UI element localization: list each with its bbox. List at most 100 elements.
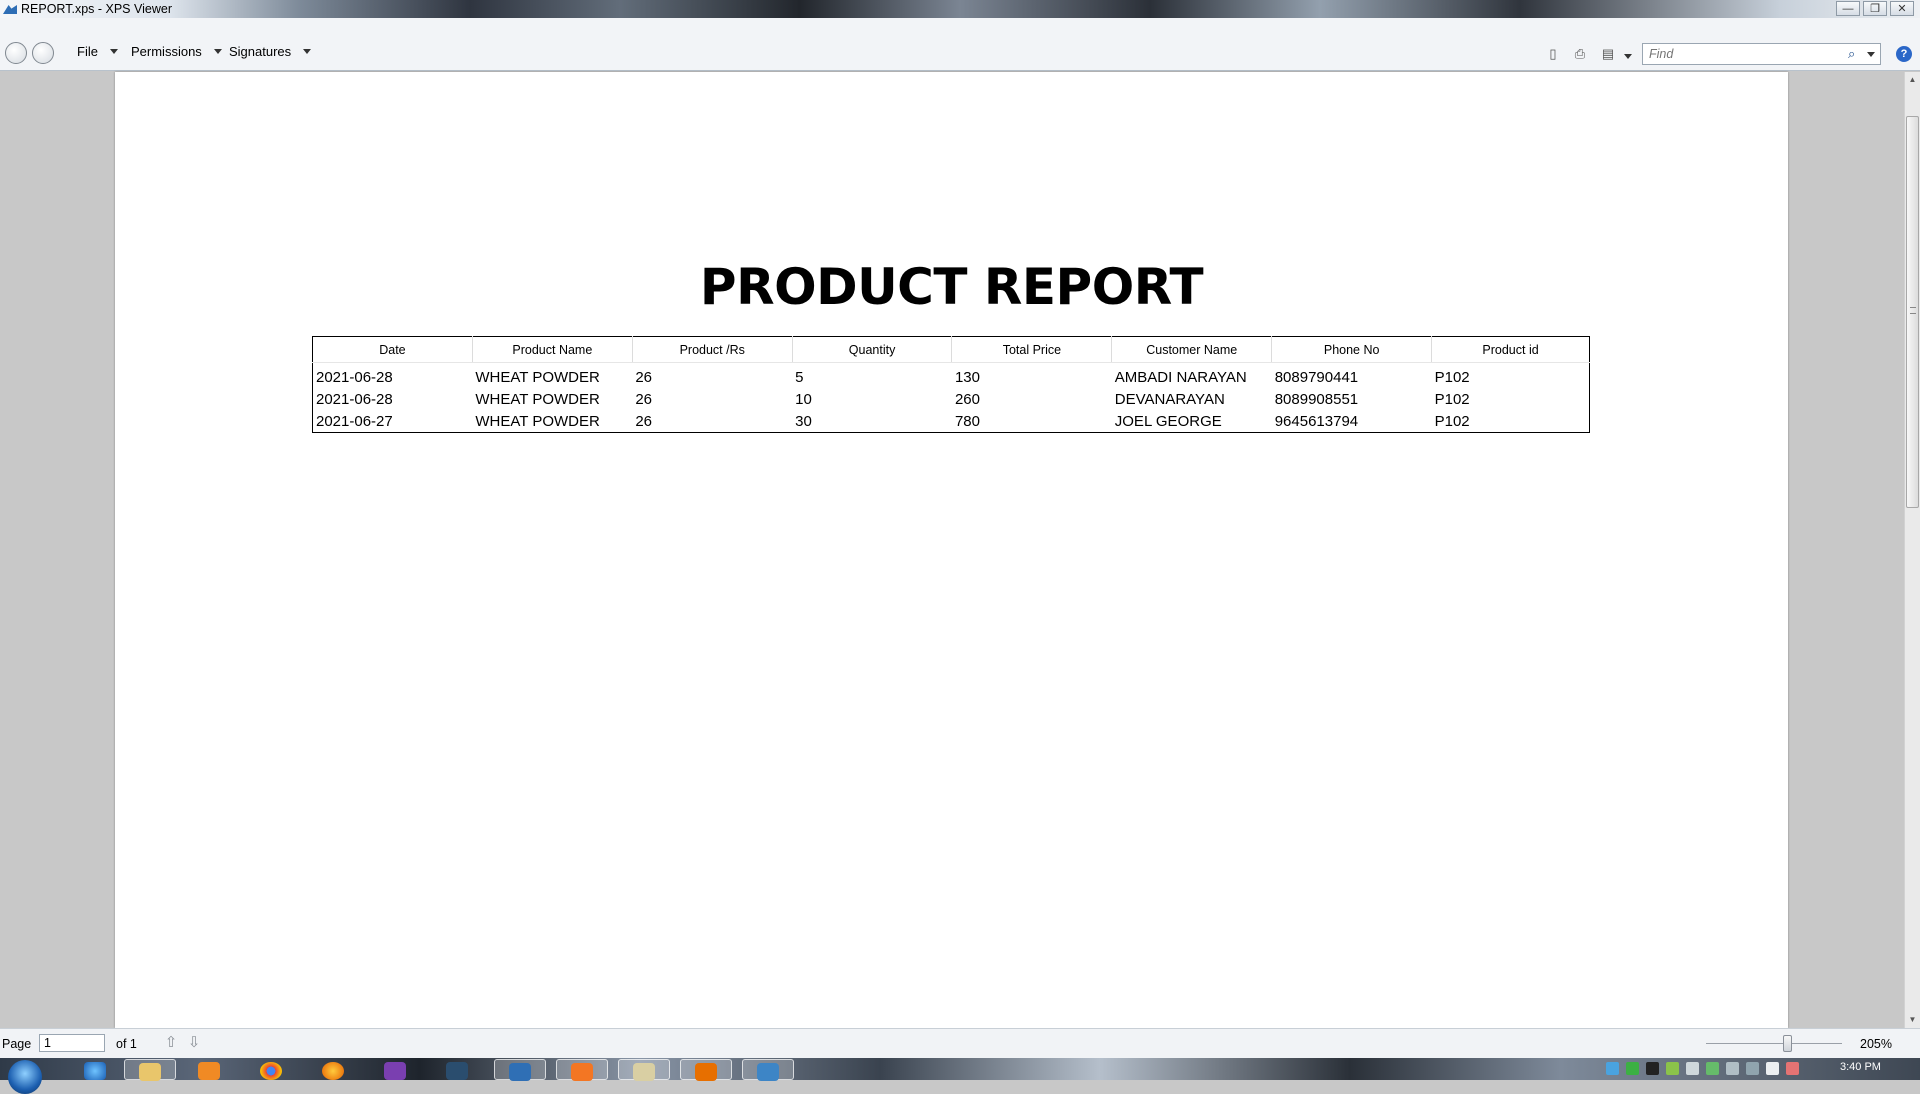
tray-icon[interactable] [1646,1062,1659,1075]
table-cell: 130 [954,368,980,386]
taskbar-paint[interactable] [618,1059,670,1081]
media-player-icon [198,1062,220,1080]
network-icon[interactable] [1706,1062,1719,1075]
page-label: Page [2,1037,32,1051]
table-cell: 2021-06-27 [316,412,393,430]
find-box: ⌕ [1642,43,1881,65]
zoom-level: 205% [1860,1037,1892,1051]
xampp-icon [571,1063,593,1081]
minimize-button[interactable]: — [1836,1,1860,16]
table-cell: P102 [1434,390,1470,408]
virtualbox-icon [509,1063,531,1081]
firefox-icon [322,1062,344,1080]
menu-file[interactable]: File [77,44,118,59]
chevron-down-icon[interactable] [1867,52,1875,57]
tray-icon[interactable] [1606,1062,1619,1075]
table-cell: 10 [795,390,812,408]
table-cell: JOEL GEORGE [1114,412,1222,430]
find-input[interactable] [1643,44,1833,64]
status-bar: Page of 1 ⇧ ⇩ 205% [0,1028,1920,1058]
visual-studio-icon [384,1062,406,1080]
column-header: Product id [1431,336,1590,363]
table-cell: 2021-06-28 [316,390,393,408]
xps-viewer-app-icon [3,5,17,14]
tray-icon[interactable] [1786,1062,1799,1075]
volume-icon[interactable] [1686,1062,1699,1075]
zoom-slider-thumb[interactable] [1783,1035,1793,1052]
tray-icon[interactable] [1626,1062,1639,1075]
tray-icon[interactable] [1666,1062,1679,1075]
taskbar-chrome[interactable] [246,1059,298,1080]
column-header: Quantity [791,336,952,363]
page-number-input[interactable] [39,1034,105,1052]
next-page-icon[interactable]: ⇩ [186,1034,202,1052]
table-cell: DEVANARAYAN [1114,390,1225,408]
taskbar-xps-viewer[interactable] [742,1059,794,1081]
chevron-down-icon[interactable] [1624,54,1632,59]
forward-button[interactable] [32,42,54,64]
print-icon[interactable]: ⎙ [1572,47,1588,61]
table-cell: 8089908551 [1274,390,1359,408]
chevron-down-icon [213,49,222,54]
title-bar: REPORT.xps - XPS Viewer — ❐ ✕ [0,0,1920,18]
table-cell: 780 [954,412,980,430]
column-header: Date [312,336,473,363]
search-icon[interactable]: ⌕ [1848,47,1855,61]
menu-permissions[interactable]: Permissions [131,44,222,59]
restore-button[interactable]: ❐ [1863,1,1887,16]
chevron-down-icon [109,49,118,54]
vertical-scrollbar[interactable]: ▲ ▼ [1904,72,1920,1028]
menu-signatures[interactable]: Signatures [229,44,312,59]
paint-icon [633,1063,655,1081]
taskbar-visual-studio[interactable] [370,1059,422,1080]
scroll-up-icon[interactable]: ▲ [1905,72,1920,88]
table-cell: 30 [795,412,812,430]
taskbar-file-explorer[interactable] [124,1059,176,1081]
internet-explorer-icon [84,1062,106,1080]
table-row: 2021-06-28 WHEAT POWDER 26 5 130 AMBADI … [313,363,1590,389]
back-button[interactable] [5,42,27,64]
start-button-icon[interactable] [8,1060,42,1094]
page-layout-icon[interactable]: ▤ [1600,47,1616,61]
taskbar-xampp[interactable] [556,1059,608,1081]
column-header: Product /Rs [631,336,793,363]
view-pages-icon[interactable]: ▯ [1545,47,1561,61]
table-cell: P102 [1434,368,1470,386]
clock[interactable]: 3:40 PM [1840,1061,1881,1073]
table-cell: AMBADI NARAYAN [1114,368,1247,386]
menu-bar: File Permissions Signatures ▯ ⎙ ▤ ⌕ ? [0,18,1920,71]
report-table: Date Product Name Product /Rs Quantity T… [312,336,1590,433]
taskbar-media-player[interactable] [184,1059,236,1080]
table-header-row: Date Product Name Product /Rs Quantity T… [312,336,1590,363]
menu-file-label: File [77,44,98,59]
tray-icon[interactable] [1726,1062,1739,1075]
grip-icon [1910,307,1916,314]
table-cell: 2021-06-28 [316,368,393,386]
taskbar-virtualbox[interactable] [494,1059,546,1081]
table-row: 2021-06-27 WHEAT POWDER 26 30 780 JOEL G… [313,410,1590,433]
scroll-down-icon[interactable]: ▼ [1905,1012,1920,1028]
close-button[interactable]: ✕ [1890,1,1914,16]
menu-signatures-label: Signatures [229,44,292,59]
chrome-icon [260,1062,282,1080]
taskbar-java[interactable] [680,1059,732,1081]
page-count: of 1 [116,1037,137,1051]
folder-icon [139,1063,161,1081]
column-header: Product Name [471,336,633,363]
zoom-slider-track[interactable] [1706,1043,1842,1044]
tray-icon[interactable] [1766,1062,1779,1075]
taskbar-app[interactable] [432,1059,484,1080]
xps-viewer-icon [757,1063,779,1081]
table-cell: WHEAT POWDER [475,390,600,408]
column-header: Total Price [951,336,1112,363]
taskbar: 3:40 PM [0,1058,1920,1094]
table-cell: 26 [635,390,652,408]
previous-page-icon[interactable]: ⇧ [163,1034,179,1052]
taskbar-firefox[interactable] [308,1059,360,1080]
table-cell: WHEAT POWDER [475,368,600,386]
table-cell: 260 [954,390,980,408]
tray-icon[interactable] [1746,1062,1759,1075]
help-icon[interactable]: ? [1896,46,1912,62]
scrollbar-thumb[interactable] [1906,116,1919,508]
taskbar-internet-explorer[interactable] [70,1059,122,1080]
